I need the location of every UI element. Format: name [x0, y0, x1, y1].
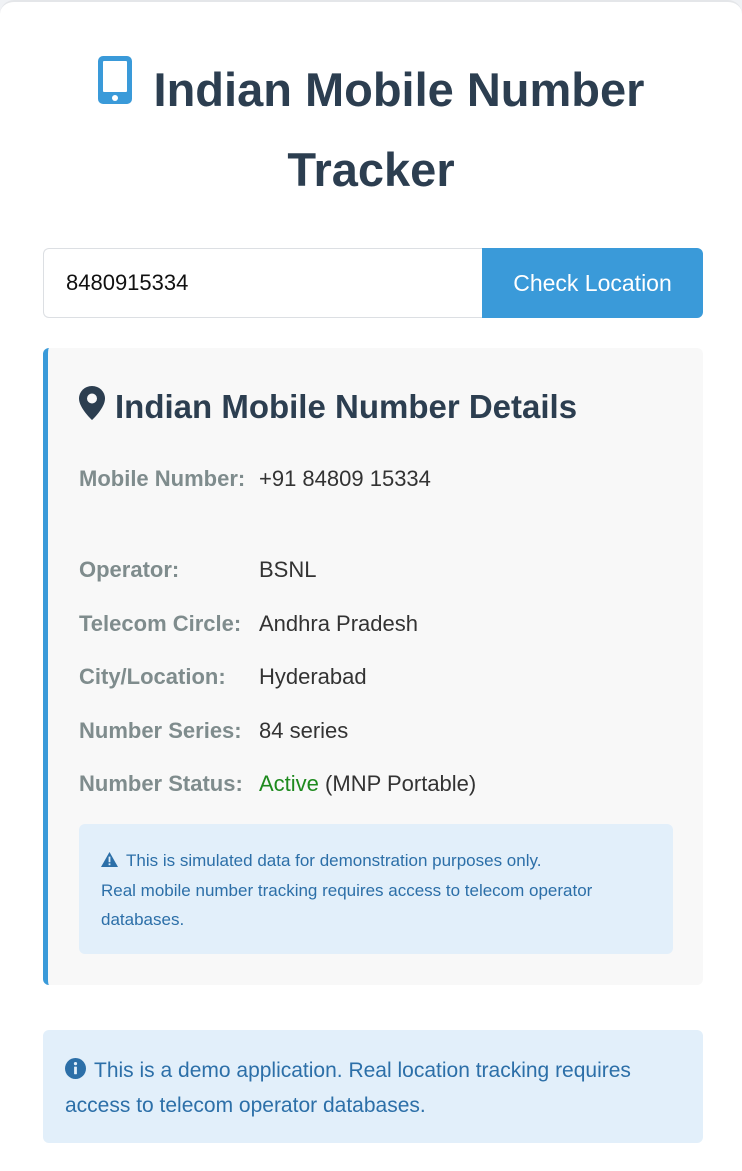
info-circle-icon [65, 1056, 86, 1089]
info-text: This is a demo application. Real locatio… [65, 1059, 631, 1117]
detail-label: Number Series: [79, 718, 242, 743]
detail-value: Hyderabad [259, 664, 367, 689]
mobile-number-input[interactable] [43, 248, 482, 318]
search-form: Check Location [43, 248, 703, 318]
page-title-text: Indian Mobile Number Tracker [153, 63, 645, 196]
check-location-button[interactable]: Check Location [482, 248, 703, 318]
detail-value: Active (MNP Portable) [259, 765, 476, 803]
detail-value: BSNL [259, 557, 317, 582]
status-active-text: Active [259, 771, 319, 796]
detail-label: Mobile Number: [79, 466, 246, 491]
warning-line-2: Real mobile number tracking requires acc… [101, 881, 593, 929]
page-title: Indian Mobile Number Tracker [40, 52, 702, 208]
status-note: (MNP Portable) [325, 771, 477, 796]
map-marker-icon [79, 386, 105, 428]
details-panel: Indian Mobile Number Details Mobile Numb… [43, 348, 703, 985]
detail-value: Andhra Pradesh [259, 611, 418, 636]
detail-value: +91 84809 15334 [259, 466, 431, 491]
details-heading: Indian Mobile Number Details [79, 386, 577, 428]
demo-info-box: This is a demo application. Real locatio… [43, 1030, 703, 1143]
detail-label: Telecom Circle: [79, 611, 242, 636]
warning-line-1: This is simulated data for demonstration… [126, 851, 542, 870]
detail-label: Operator: [79, 557, 180, 582]
details-heading-text: Indian Mobile Number Details [115, 388, 578, 425]
detail-label: City/Location: [79, 664, 226, 689]
simulated-data-warning: This is simulated data for demonstration… [79, 824, 673, 954]
tracker-card: Indian Mobile Number Tracker Check Locat… [0, 0, 742, 1171]
warning-triangle-icon [101, 847, 118, 876]
detail-value: 84 series [259, 718, 349, 743]
detail-label: Number Status: [79, 771, 243, 796]
mobile-phone-icon [97, 50, 132, 126]
